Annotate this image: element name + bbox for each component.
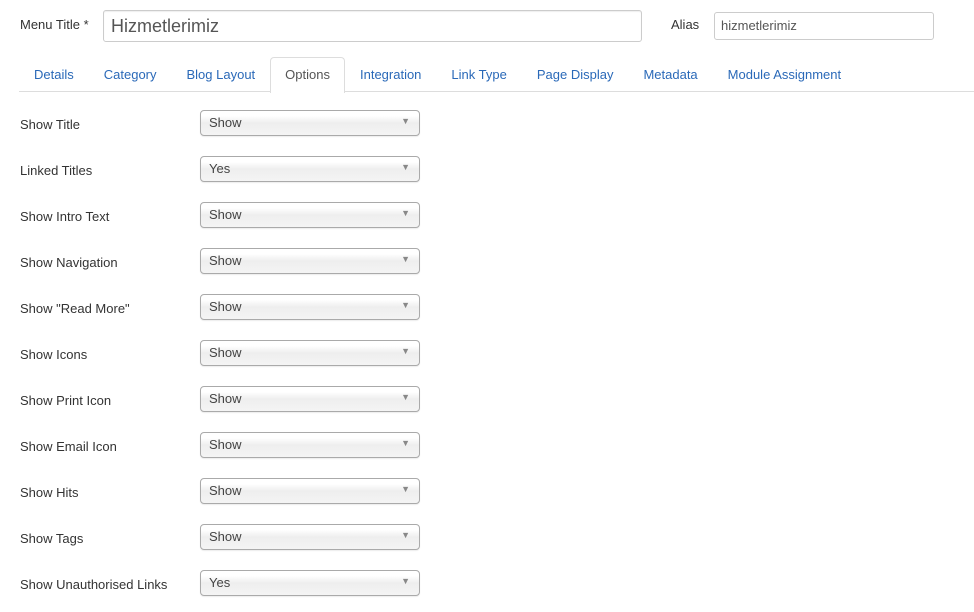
option-row: Show Icons Show ▼ bbox=[20, 340, 440, 366]
tab-page-display[interactable]: Page Display bbox=[522, 57, 629, 91]
tab-link-type[interactable]: Link Type bbox=[436, 57, 521, 91]
option-select[interactable]: Show ▼ bbox=[200, 294, 420, 320]
option-selected-value: Show bbox=[209, 253, 242, 268]
chevron-down-icon: ▼ bbox=[401, 438, 410, 448]
option-label: Show Print Icon bbox=[20, 393, 112, 408]
chevron-down-icon: ▼ bbox=[401, 208, 410, 218]
option-row: Show Title Show ▼ bbox=[20, 110, 440, 136]
menu-title-input[interactable]: Hizmetlerimiz bbox=[103, 10, 642, 42]
chevron-down-icon: ▼ bbox=[401, 254, 410, 264]
option-select[interactable]: Show ▼ bbox=[200, 524, 420, 550]
option-select[interactable]: Yes ▼ bbox=[200, 156, 420, 182]
option-label: Show Unauthorised Links bbox=[20, 577, 168, 592]
option-selected-value: Show bbox=[209, 299, 242, 314]
chevron-down-icon: ▼ bbox=[401, 300, 410, 310]
option-row: Show Print Icon Show ▼ bbox=[20, 386, 440, 412]
option-selected-value: Show bbox=[209, 207, 242, 222]
option-select[interactable]: Yes ▼ bbox=[200, 570, 420, 596]
option-label: Show Intro Text bbox=[20, 209, 110, 224]
alias-label: Alias bbox=[671, 17, 700, 32]
option-selected-value: Yes bbox=[209, 161, 231, 176]
option-selected-value: Show bbox=[209, 345, 242, 360]
option-label: Show Title bbox=[20, 117, 80, 132]
option-select[interactable]: Show ▼ bbox=[200, 202, 420, 228]
tab-blog-layout[interactable]: Blog Layout bbox=[172, 57, 271, 91]
tab-details[interactable]: Details bbox=[19, 57, 89, 91]
chevron-down-icon: ▼ bbox=[401, 162, 410, 172]
chevron-down-icon: ▼ bbox=[401, 576, 410, 586]
option-row: Show Email Icon Show ▼ bbox=[20, 432, 440, 458]
tab-module-assignment[interactable]: Module Assignment bbox=[713, 57, 856, 91]
option-select[interactable]: Show ▼ bbox=[200, 248, 420, 274]
option-label: Show Tags bbox=[20, 531, 84, 546]
option-row: Show Unauthorised Links Yes ▼ bbox=[20, 570, 440, 596]
option-selected-value: Show bbox=[209, 529, 242, 544]
option-label: Linked Titles bbox=[20, 163, 93, 178]
option-row: Show Tags Show ▼ bbox=[20, 524, 440, 550]
option-row: Show Hits Show ▼ bbox=[20, 478, 440, 504]
option-selected-value: Yes bbox=[209, 575, 231, 590]
option-row: Linked Titles Yes ▼ bbox=[20, 156, 440, 182]
option-label: Show Navigation bbox=[20, 255, 118, 270]
option-select[interactable]: Show ▼ bbox=[200, 478, 420, 504]
menu-title-label: Menu Title * bbox=[20, 17, 89, 32]
option-selected-value: Show bbox=[209, 437, 242, 452]
option-selected-value: Show bbox=[209, 115, 242, 130]
option-select[interactable]: Show ▼ bbox=[200, 432, 420, 458]
option-label: Show "Read More" bbox=[20, 301, 130, 316]
option-selected-value: Show bbox=[209, 483, 242, 498]
option-label: Show Email Icon bbox=[20, 439, 117, 454]
chevron-down-icon: ▼ bbox=[401, 484, 410, 494]
option-selected-value: Show bbox=[209, 391, 242, 406]
chevron-down-icon: ▼ bbox=[401, 116, 410, 126]
option-row: Show Navigation Show ▼ bbox=[20, 248, 440, 274]
tab-metadata[interactable]: Metadata bbox=[628, 57, 712, 91]
option-row: Show "Read More" Show ▼ bbox=[20, 294, 440, 320]
option-label: Show Hits bbox=[20, 485, 79, 500]
alias-input[interactable]: hizmetlerimiz bbox=[714, 12, 934, 40]
tab-category[interactable]: Category bbox=[89, 57, 172, 91]
option-select[interactable]: Show ▼ bbox=[200, 110, 420, 136]
chevron-down-icon: ▼ bbox=[401, 530, 410, 540]
tab-bar: Details Category Blog Layout Options Integra… bbox=[19, 57, 974, 93]
option-row: Show Intro Text Show ▼ bbox=[20, 202, 440, 228]
chevron-down-icon: ▼ bbox=[401, 346, 410, 356]
chevron-down-icon: ▼ bbox=[401, 392, 410, 402]
tab-integration[interactable]: Integration bbox=[345, 57, 436, 91]
tab-options[interactable]: Options bbox=[270, 57, 345, 93]
option-select[interactable]: Show ▼ bbox=[200, 386, 420, 412]
option-select[interactable]: Show ▼ bbox=[200, 340, 420, 366]
option-label: Show Icons bbox=[20, 347, 88, 362]
